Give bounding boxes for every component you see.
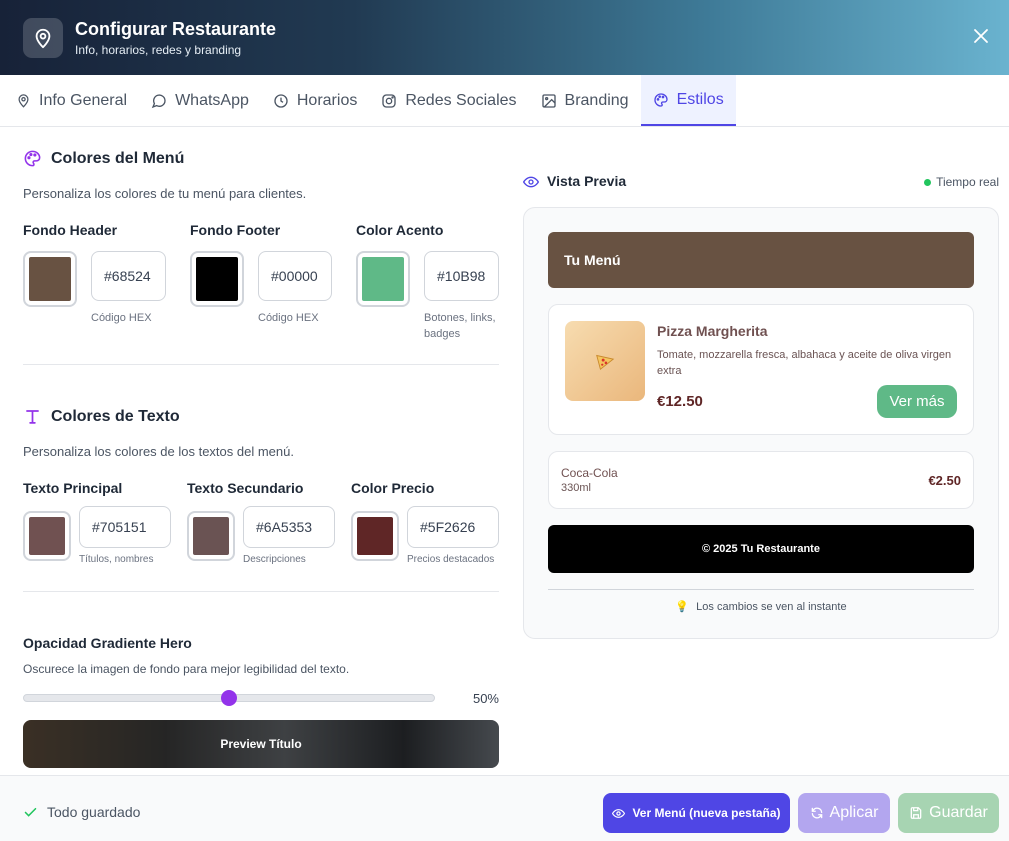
lightbulb-icon: 💡 [675,601,690,613]
refresh-icon [810,806,824,820]
fondo-footer-color-picker[interactable] [190,251,244,307]
menu-colors-description: Personaliza los colores de tu menú para … [23,186,307,201]
color-precio-label: Color Precio [351,480,435,496]
preview-menu-footer: © 2025 Tu Restaurante [548,525,974,573]
preview-item-name: Pizza Margherita [657,323,768,339]
styles-panel: Colores del Menú Personaliza los colores… [23,127,499,775]
texto-secundario-color-picker[interactable] [187,511,235,561]
divider [548,589,974,590]
pizza-icon [565,321,645,401]
tab-info-general[interactable]: Info General [4,75,139,126]
map-pin-icon [16,93,31,108]
hero-preview-title: Preview Título [220,737,302,751]
realtime-status: Tiempo real [924,175,999,189]
ver-mas-button[interactable]: Ver más [877,385,957,418]
preview-item2-detail: 330ml [561,482,591,494]
text-colors-description: Personaliza los colores de los textos de… [23,444,294,459]
texto-secundario-label: Texto Secundario [187,480,304,496]
preview-title: Vista Previa [547,173,627,189]
texto-principal-color-picker[interactable] [23,511,71,561]
eye-icon [522,174,540,195]
text-type-icon [23,407,42,426]
instagram-icon [381,93,397,109]
check-icon [23,805,38,820]
modal-header: Configurar Restaurante Info, horarios, r… [0,0,1009,75]
hero-opacity-slider[interactable] [23,690,435,706]
map-pin-icon [23,17,63,58]
texto-principal-hint: Títulos, nombres [79,554,154,565]
save-status: Todo guardado [23,804,140,820]
fondo-footer-label: Fondo Footer [190,222,281,238]
preview-item-price: €12.50 [657,393,703,410]
palette-icon [23,149,42,168]
color-acento-label: Color Acento [356,222,444,238]
palette-icon [653,92,669,108]
eye-icon [612,807,626,820]
tab-whatsapp[interactable]: WhatsApp [139,75,261,126]
fondo-footer-hex-input[interactable]: #00000 [258,251,332,301]
texto-principal-hex-input[interactable]: #705151 [79,506,171,548]
color-precio-hex-input[interactable]: #5F2626 [407,506,499,548]
color-acento-hex-input[interactable]: #10B98 [424,251,499,301]
menu-preview-card: Tu Menú Pizza Margherita Tomate, mozzare… [523,207,999,639]
image-icon [541,93,557,109]
divider [23,591,499,592]
hero-opacity-value: 50% [472,691,499,706]
text-colors-heading: Colores de Texto [23,407,180,426]
chat-bubble-icon [151,93,167,109]
apply-button[interactable]: Aplicar [798,793,890,833]
color-precio-hint: Precios destacados [407,554,495,565]
texto-secundario-hex-input[interactable]: #6A5353 [243,506,335,548]
preview-item-card: Pizza Margherita Tomate, mozzarella fres… [548,304,974,435]
preview-item-card-small: Coca-Cola 330ml €2.50 [548,451,974,509]
texto-principal-label: Texto Principal [23,480,123,496]
tab-redes-sociales[interactable]: Redes Sociales [369,75,528,126]
save-button[interactable]: Guardar [898,793,999,833]
divider [23,364,499,365]
preview-note: 💡 Los cambios se ven al instante [675,601,847,613]
status-dot [924,178,932,186]
slider-thumb[interactable] [221,690,237,706]
fondo-header-hint: Código HEX [91,312,152,324]
tab-estilos[interactable]: Estilos [640,75,736,126]
preview-item-description: Tomate, mozzarella fresca, albahaca y ac… [657,349,952,377]
modal-title: Configurar Restaurante [75,18,277,39]
fondo-header-color-picker[interactable] [23,251,77,307]
preview-menu-header: Tu Menú [548,232,974,288]
view-menu-button[interactable]: Ver Menú (nueva pestaña) [603,793,790,833]
tab-bar: Info General WhatsApp Horarios Redes Soc… [0,75,1009,127]
clock-icon [273,93,289,109]
color-acento-color-picker[interactable] [356,251,410,307]
texto-secundario-hint: Descripciones [243,554,306,565]
fondo-footer-hint: Código HEX [258,312,319,324]
hero-opacity-label: Opacidad Gradiente Hero [23,635,192,651]
hero-opacity-description: Oscurece la imagen de fondo para mejor l… [23,662,350,676]
close-icon[interactable] [971,26,991,46]
menu-colors-heading: Colores del Menú [23,149,184,168]
modal-subtitle: Info, horarios, redes y branding [75,42,242,57]
color-acento-hint: Botones, links, badges [424,312,496,340]
preview-item2-price: €2.50 [928,473,961,488]
modal-footer: Todo guardado Ver Menú (nueva pestaña) A… [0,775,1009,841]
preview-header: Vista Previa Tiempo real [522,172,999,195]
hero-preview-image: Preview Título [23,720,499,768]
save-icon [909,806,923,820]
preview-item2-name: Coca-Cola [561,466,618,480]
color-precio-color-picker[interactable] [351,511,399,561]
fondo-header-hex-input[interactable]: #68524 [91,251,166,301]
fondo-header-label: Fondo Header [23,222,118,238]
tab-branding[interactable]: Branding [529,75,641,126]
tab-horarios[interactable]: Horarios [261,75,369,126]
